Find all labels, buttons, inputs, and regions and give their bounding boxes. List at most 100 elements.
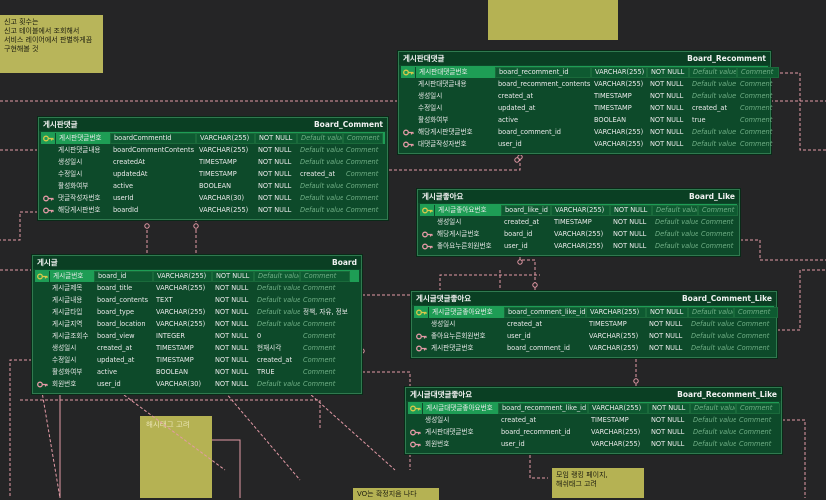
column-default-value: created_at: [257, 355, 293, 364]
column-data-type: VARCHAR(255): [591, 427, 641, 436]
column-comment: Comment: [701, 241, 734, 250]
column-row[interactable]: 회원번호 user_id VARCHAR(30) NOT NULL Default va…: [35, 378, 359, 390]
column-physical-name: created_at: [504, 217, 540, 226]
column-row[interactable]: 게시판댓글내용 boardCommentContents VARCHAR(255) N…: [41, 144, 385, 156]
column-row[interactable]: 게시글내용 board_contents TEXT NOT NULL Default v…: [35, 294, 359, 306]
column-comment: Comment: [737, 331, 770, 340]
entity-board-like[interactable]: 게시글좋아요 Board_Like 게시글좋아요번호 board_like_id VAR…: [417, 189, 740, 256]
entity-header[interactable]: 게시판댓글 Board_Comment: [39, 118, 387, 131]
entity-board-comment[interactable]: 게시판댓글 Board_Comment 게시판댓글번호 boardCommentId V…: [38, 117, 388, 220]
column-data-type: VARCHAR(255): [156, 307, 206, 316]
primary-key-icon: [408, 403, 422, 414]
column-row[interactable]: 생성일시 created_at TIMESTAMP NOT NULL 현재시각 Comme…: [35, 342, 359, 354]
column-row[interactable]: 해당게시글번호 board_id VARCHAR(255) NOT NULL Defau…: [420, 228, 737, 240]
column-default-value: Default value: [693, 439, 736, 448]
column-row[interactable]: 수정일시 updated_at TIMESTAMP NOT NULL created_a…: [401, 102, 772, 114]
entity-header[interactable]: 게시글대댓글좋아요 Board_Recomment_Like: [406, 388, 781, 401]
column-row[interactable]: 게시글제목 board_title VARCHAR(255) NOT NULL Defa…: [35, 282, 359, 294]
column-logical-name: 게시판대댓글번호: [415, 66, 495, 78]
column-comment: Comment: [698, 204, 738, 216]
foreign-key-icon: [401, 127, 415, 138]
no-key-slot: [35, 343, 49, 354]
relation-like-right: [740, 239, 826, 261]
relation-diag-2: [299, 384, 396, 471]
column-physical-name: created_at: [501, 415, 537, 424]
column-row[interactable]: 생성일시 created_at TIMESTAMP NOT NULL Default v…: [420, 216, 737, 228]
note-bottom[interactable]: VO는 확정지음 나다: [353, 488, 439, 500]
column-physical-name: board_recomment_id: [495, 66, 591, 78]
column-not-null: NOT NULL: [650, 127, 684, 136]
column-row[interactable]: 해당게시판댓글번호 board_comment_id VARCHAR(255) NOT…: [401, 126, 772, 138]
column-row[interactable]: 좋아요누른회원번호 user_id VARCHAR(255) NOT NULL Defa…: [420, 240, 737, 252]
column-row[interactable]: 대댓글작성자번호 user_id VARCHAR(255) NOT NULL Defau…: [401, 138, 772, 150]
column-data-type: TIMESTAMP: [554, 217, 592, 226]
entity-board-comment-like[interactable]: 게시글댓글좋아요 Board_Comment_Like 게시글댓글좋아요번호 boar…: [411, 291, 778, 358]
entity-board-recomment-like[interactable]: 게시글대댓글좋아요 Board_Recomment_Like 게시글대댓글좋아요번호…: [405, 387, 782, 454]
entity-logical-name: 게시판댓글: [43, 120, 78, 129]
column-row[interactable]: 댓글작성자번호 userId VARCHAR(30) NOT NULL Default …: [41, 192, 385, 204]
relation-like-comment-like: [519, 257, 536, 291]
entity-columns: 게시글좋아요번호 board_like_id VARCHAR(255) NOT NUL…: [418, 203, 739, 255]
foreign-key-icon: [41, 193, 55, 204]
column-row[interactable]: 게시글대댓글좋아요번호 board_recomment_like_id VARCHA…: [408, 402, 780, 414]
column-row[interactable]: 게시글댓글좋아요번호 board_comment_like_id VARCHAR(2…: [414, 306, 778, 318]
column-physical-name: board_contents: [97, 295, 149, 304]
entity-board[interactable]: 게시글 Board 게시글번호 board_id VARCHAR(255) NOT NUL…: [32, 255, 362, 394]
entity-header[interactable]: 게시글 Board: [33, 256, 361, 269]
column-logical-name: 게시글타입: [52, 307, 83, 316]
column-comment: Comment: [346, 181, 379, 190]
column-row[interactable]: 게시판댓글번호 board_comment_id VARCHAR(255) NOT N…: [414, 342, 774, 354]
column-default-value: Default value: [300, 145, 343, 154]
column-row[interactable]: 게시판대댓글번호 board_recomment_id VARCHAR(255) NO…: [401, 66, 779, 78]
column-data-type: BOOLEAN: [156, 367, 189, 376]
column-row[interactable]: 좋아요누른회원번호 user_id VARCHAR(255) NOT NULL Defa…: [414, 330, 774, 342]
column-physical-name: created_at: [507, 319, 543, 328]
no-key-slot: [408, 415, 422, 426]
column-row[interactable]: 게시글조회수 board_view INTEGER NOT NULL 0 Comment: [35, 330, 359, 342]
column-not-null: NOT NULL: [650, 139, 684, 148]
column-data-type: INTEGER: [156, 331, 185, 340]
primary-key-icon: [401, 67, 415, 78]
erd-canvas[interactable]: 신고 횟수는 신고 테이블에서 조회해서 서비스 레이어에서 판별하게끔 구현해…: [0, 0, 826, 500]
column-row[interactable]: 게시판댓글번호 boardCommentId VARCHAR(255) NOT NUL…: [41, 132, 385, 144]
column-row[interactable]: 게시글지역 board_location VARCHAR(255) NOT NULL D…: [35, 318, 359, 330]
column-row[interactable]: 게시판대댓글내용 board_recomment_contents VARCHAR(…: [401, 78, 772, 90]
column-row[interactable]: 수정일시 updated_at TIMESTAMP NOT NULL created_a…: [35, 354, 359, 366]
column-not-null: NOT NULL: [650, 79, 684, 88]
column-data-type: VARCHAR(255): [554, 241, 604, 250]
column-logical-name: 수정일시: [52, 355, 77, 364]
entity-header[interactable]: 게시글좋아요 Board_Like: [418, 190, 739, 203]
entity-logical-name: 게시글댓글좋아요: [416, 294, 472, 303]
no-key-slot: [35, 355, 49, 366]
entity-board-recomment[interactable]: 게시판대댓글 Board_Recomment 게시판대댓글번호 board_recom…: [398, 51, 779, 154]
column-row[interactable]: 게시글좋아요번호 board_like_id VARCHAR(255) NOT NUL…: [420, 204, 738, 216]
no-key-slot: [35, 283, 49, 294]
column-row[interactable]: 생성일시 created_at TIMESTAMP NOT NULL Default v…: [408, 414, 779, 426]
column-row[interactable]: 활성화여부 active BOOLEAN NOT NULL TRUE Comment: [35, 366, 359, 378]
column-default-value: Default value: [692, 91, 737, 100]
column-row[interactable]: 활성화여부 active BOOLEAN NOT NULL Default value C…: [41, 180, 385, 192]
column-default-value: Default value: [693, 415, 736, 424]
column-row[interactable]: 생성일시 createdAt TIMESTAMP NOT NULL Default va…: [41, 156, 385, 168]
column-row[interactable]: 게시글타입 board_type VARCHAR(255) NOT NULL Defau…: [35, 306, 359, 318]
column-default-value: Default value: [655, 241, 698, 250]
column-row[interactable]: 게시글번호 board_id VARCHAR(255) NOT NULL Default…: [35, 270, 359, 282]
note-ranking[interactable]: 모임 랭킹 페이지, 해쉬태그 고려: [552, 468, 644, 498]
no-key-slot: [41, 157, 55, 168]
column-physical-name: user_id: [498, 139, 522, 148]
column-not-null: NOT NULL: [258, 181, 292, 190]
column-physical-name: active: [97, 367, 118, 376]
entity-header[interactable]: 게시판대댓글 Board_Recomment: [399, 52, 770, 65]
column-not-null: NOT NULL: [651, 439, 685, 448]
column-row[interactable]: 해당게시판번호 boardId VARCHAR(255) NOT NULL Defaul…: [41, 204, 385, 216]
column-data-type: VARCHAR(255): [551, 204, 610, 216]
column-row[interactable]: 생성일시 created_at TIMESTAMP NOT NULL Default v…: [401, 90, 772, 102]
column-row[interactable]: 생성일시 created_at TIMESTAMP NOT NULL Default v…: [414, 318, 774, 330]
note-top-center[interactable]: [488, 0, 618, 40]
entity-header[interactable]: 게시글댓글좋아요 Board_Comment_Like: [412, 292, 776, 305]
column-row[interactable]: 활성화여부 active BOOLEAN NOT NULL true Comment: [401, 114, 772, 126]
column-row[interactable]: 회원번호 user_id VARCHAR(255) NOT NULL Default v…: [408, 438, 779, 450]
column-row[interactable]: 게시판대댓글번호 board_recomment_id VARCHAR(255) NO…: [408, 426, 779, 438]
note-report-count[interactable]: 신고 횟수는 신고 테이블에서 조회해서 서비스 레이어에서 판별하게끔 구현해…: [0, 15, 103, 73]
column-row[interactable]: 수정일시 updatedAt TIMESTAMP NOT NULL created_at…: [41, 168, 385, 180]
